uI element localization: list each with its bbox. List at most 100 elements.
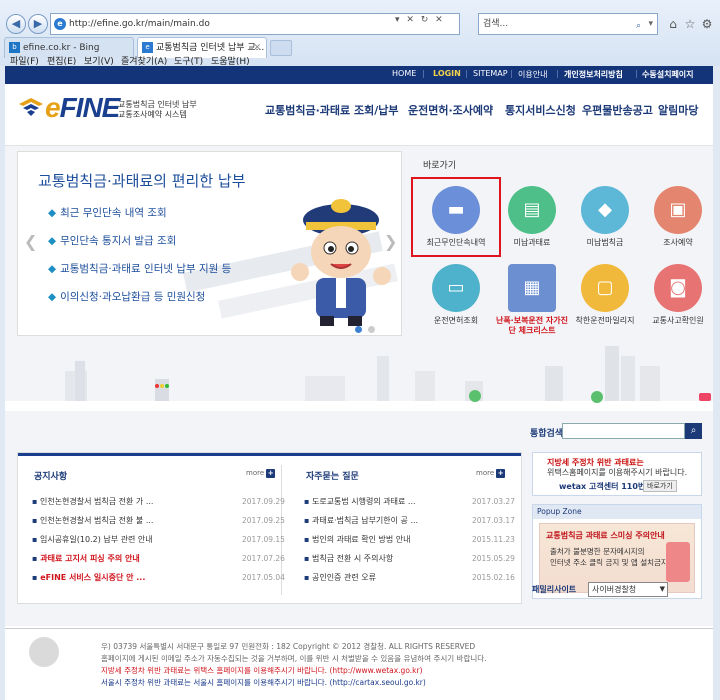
ie-icon: e [54, 18, 66, 30]
quick-unpaid-fines[interactable]: ▤ 미납과태료 [494, 186, 570, 248]
search-button[interactable]: ⌕ [685, 423, 702, 439]
checklist-icon: ▦ [523, 277, 541, 298]
quick-label: 미납범칙금 [586, 238, 624, 247]
back-button[interactable]: ◀ [6, 14, 26, 34]
faq-more-button[interactable]: more + [476, 469, 506, 478]
quick-investigation-booking[interactable]: ▣ 조사예약 [640, 186, 713, 248]
popup-line1: 교통범칙금 과태료 스미싱 주의안내 [546, 531, 665, 540]
search-input[interactable] [562, 423, 685, 439]
quick-license-inquiry[interactable]: ▭ 운전면허조회 [418, 264, 494, 326]
faq-row[interactable]: ▪ 도로교통법 시행령의 과태료 ... [304, 496, 416, 507]
chevron-down-icon[interactable]: ▾ [648, 14, 653, 34]
notice-row[interactable]: ▪ 인천논현경찰서 범칙금 전환 가 ... [32, 496, 153, 507]
faq-row[interactable]: ▪ 법인의 과태료 확인 방법 안내 [304, 534, 410, 545]
browser-search-box[interactable]: 검색... ⌕ ▾ [478, 13, 658, 35]
quick-accident-certificate[interactable]: ◙ 교통사고확인원 [640, 264, 713, 326]
notice-row[interactable]: ▪ 인천논현경찰서 범칙금 전환 불 ... [32, 515, 153, 526]
police-mascot-image [291, 199, 391, 326]
banner-item[interactable]: ◆ 교통범칙금·과태료 인터넷 납부 지원 등 [48, 261, 231, 276]
quick-label: 미납과태료 [513, 238, 551, 247]
banner-item[interactable]: ◆ 최근 무인단속 내역 조회 [48, 205, 167, 220]
quick-unpaid-penalty[interactable]: ◆ 미납범칙금 [567, 186, 643, 248]
faq-row[interactable]: ▪ 과태료·범칙금 납부기한이 공 ... [304, 515, 418, 526]
banner-dot[interactable] [368, 326, 375, 333]
notices-more-button[interactable]: more + [246, 469, 276, 478]
warning-icon: ◆ [598, 199, 612, 220]
faq-date: 2015.02.16 [472, 573, 515, 582]
faq-row[interactable]: ▪ 범칙금 전환 시 주의사항 [304, 553, 393, 564]
popup-line3: 인터넷 주소 클릭 금지 및 앱 설치금지 [550, 558, 668, 567]
faq-date: 2017.03.17 [472, 516, 515, 525]
nav-fine-inquiry[interactable]: 교통범칙금·과태료 조회/납부 [265, 102, 398, 118]
license-icon: ▭ [447, 277, 465, 298]
footer-email-notice: 홈페이지에 게시된 이메일 주소가 자동수집되는 것을 거부하며, 이를 위반 … [101, 654, 487, 663]
car-crash-icon: ◙ [669, 277, 687, 298]
link-manual-install[interactable]: 수동설치페이지 [642, 69, 694, 80]
forward-button[interactable]: ▶ [28, 14, 48, 34]
nav-mail-return[interactable]: 우편물반송공고 [582, 102, 653, 118]
gear-icon[interactable]: ⚙ [699, 16, 715, 32]
wetax-banner[interactable]: 지방세 주정차 위반 과태료는 위택스홈페이지를 이용해주시기 바랍니다. we… [532, 452, 702, 496]
police-emblem-icon [29, 637, 59, 667]
quick-label: 난폭·보복운전 자가진단 체크리스트 [495, 316, 569, 335]
footer-seoul-notice[interactable]: 서울시 주정차 위반 과태료는 서울시 홈페이지를 이용해주시기 바랍니다. (… [101, 677, 426, 688]
highlight-box [411, 177, 501, 257]
search-icon[interactable]: ⌕ [636, 16, 641, 36]
hero-banner: 교통범칙금·과태료의 편리한 납부 ◆ 최근 무인단속 내역 조회 ◆ 무인단속 통… [17, 151, 402, 336]
notices-title[interactable]: 공지사항 [34, 469, 67, 482]
tab-label: 교통범칙금 인터넷 납부 교... [156, 43, 265, 53]
link-privacy[interactable]: 개인정보처리방침 [564, 69, 623, 80]
site-header: eFINE 교통법칙금 인터넷 납부 교통조사예약 시스템 교통범칙금·과태료 … [5, 84, 713, 146]
quick-good-driving-mileage[interactable]: ▢ 착한운전마일리지 [567, 264, 643, 326]
nav-license[interactable]: 운전면허·조사예약 [408, 102, 493, 118]
faq-date: 2015.05.29 [472, 554, 515, 563]
notice-row[interactable]: ▪ 과태료 고지서 피싱 주의 안내 [32, 553, 140, 564]
favorites-star-icon[interactable]: ☆ [682, 16, 698, 32]
faq-date: 2017.03.27 [472, 497, 515, 506]
main-content: 교통범칙금·과태료의 편리한 납부 ◆ 최근 무인단속 내역 조회 ◆ 무인단속 통… [5, 146, 713, 626]
nav-notice-board[interactable]: 알림마당 [658, 102, 698, 118]
mileage-icon: ▢ [596, 277, 614, 298]
city-skyline-image [5, 346, 713, 411]
notice-date: 2017.05.04 [242, 573, 285, 582]
utility-bar: HOME | LOGIN | SITEMAP | 이용안내 | 개인정보처리방침… [5, 66, 713, 84]
wetax-shortcut-button[interactable]: 바로가기 [643, 480, 677, 492]
banner-prev-icon[interactable]: ❮ [24, 232, 37, 251]
wetax-line2: 위택스홈페이지를 이용해주시기 바랍니다. [547, 468, 688, 477]
close-icon[interactable]: ✕ [253, 38, 261, 58]
notice-row[interactable]: ▪ eFINE 서비스 일시중단 안 ... [32, 572, 145, 583]
wetax-brand: wetax 고객센터 110번 [559, 482, 646, 491]
link-guide[interactable]: 이용안내 [518, 69, 547, 80]
faq-date: 2015.11.23 [472, 535, 515, 544]
banner-next-icon[interactable]: ❯ [384, 232, 397, 251]
popup-zone-title: Popup Zone [533, 505, 701, 519]
notice-date: 2017.09.29 [242, 497, 285, 506]
link-home[interactable]: HOME [392, 69, 416, 78]
quick-reckless-checklist[interactable]: ▦ 난폭·보복운전 자가진단 체크리스트 [494, 264, 570, 336]
search-placeholder: 검색... [483, 19, 509, 29]
new-tab-button[interactable] [270, 40, 292, 56]
notice-date: 2017.07.26 [242, 554, 285, 563]
family-site-select[interactable]: 사이버경찰청 ▼ [588, 582, 668, 597]
footer-wetax-notice[interactable]: 지방세 주정차 위반 과태료는 위택스 홈페이지를 이용해주시기 바랍니다. (… [101, 665, 423, 676]
money-icon: ▤ [523, 199, 541, 220]
notice-row[interactable]: ▪ 임시공휴일(10.2) 납부 관련 안내 [32, 534, 153, 545]
banner-item[interactable]: ◆ 무인단속 통지서 발급 조회 [48, 233, 176, 248]
chevron-down-icon: ▼ [659, 585, 665, 593]
address-tools[interactable]: ▾ ✕ ↻ ✕ [395, 15, 445, 25]
link-login[interactable]: LOGIN [433, 69, 461, 78]
boards-panel: 공지사항 more + 자주묻는 질문 more + ▪ 인천논현경찰서 범칙금 전… [17, 452, 522, 604]
bing-icon: b [9, 42, 20, 53]
banner-item[interactable]: ◆ 이의신청·과오납환급 등 민원신청 [48, 289, 205, 304]
home-icon[interactable]: ⌂ [665, 16, 681, 32]
url-text: http://efine.go.kr/main/main.do [69, 19, 210, 29]
banner-dot-active[interactable] [355, 326, 362, 333]
faq-title[interactable]: 자주묻는 질문 [306, 469, 359, 482]
phone-icon [666, 542, 690, 582]
search-icon: ⌕ [690, 425, 697, 436]
faq-row[interactable]: ▪ 공인인증 관련 오류 [304, 572, 376, 583]
calendar-icon: ▣ [669, 199, 687, 220]
nav-notification[interactable]: 통지서비스신청 [505, 102, 576, 118]
site-logo[interactable]: eFINE [45, 92, 120, 124]
link-sitemap[interactable]: SITEMAP [473, 69, 508, 78]
